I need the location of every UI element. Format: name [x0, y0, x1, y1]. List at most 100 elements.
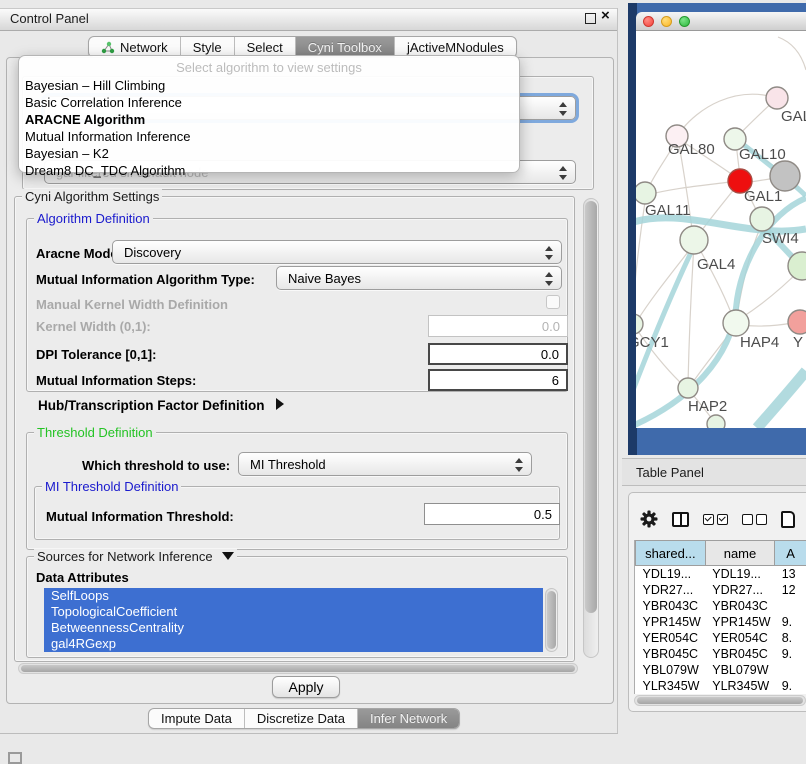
network-node[interactable]	[678, 378, 698, 398]
collapse-arrow-icon[interactable]	[222, 552, 234, 560]
table-cell: YER054C	[705, 630, 775, 646]
tab-style[interactable]: Style	[181, 37, 235, 57]
expand-arrow-icon[interactable]	[276, 398, 284, 410]
network-node[interactable]	[636, 314, 643, 334]
mi-type-value: Naive Bayes	[288, 271, 361, 286]
network-graph[interactable]: GALGAL80GAL10GAL1GAL11SWI4GAL4GCY1HAP4YH…	[636, 31, 806, 428]
algorithm-option[interactable]: Bayesian – Hill Climbing	[21, 77, 517, 94]
node-label: HAP4	[740, 334, 779, 351]
network-window-titlebar[interactable]	[636, 12, 806, 31]
settings-hscrollbar[interactable]	[18, 663, 578, 674]
table-row[interactable]: YBR043CYBR043C	[636, 598, 806, 614]
network-edge[interactable]	[647, 181, 737, 195]
network-node[interactable]	[770, 161, 800, 191]
attribute-item[interactable]: BetweennessCentrality	[44, 620, 543, 636]
mi-steps-value: 6	[552, 373, 559, 388]
table-row[interactable]: YBR045CYBR045C9.	[636, 646, 806, 662]
attribute-item[interactable]: TopologicalCoefficient	[44, 604, 543, 620]
mi-steps-field[interactable]: 6	[428, 369, 568, 391]
node-table[interactable]: shared...nameA YDL19...YDL19...13YDR27..…	[634, 540, 806, 694]
network-node[interactable]	[680, 226, 708, 254]
network-edge[interactable]	[696, 243, 733, 318]
close-panel-icon[interactable]: ×	[601, 8, 610, 24]
cyni-settings-title: Cyni Algorithm Settings	[22, 189, 162, 204]
algorithm-option[interactable]: Mutual Information Inference	[21, 128, 517, 145]
network-edge[interactable]	[636, 244, 695, 398]
mi-type-combo[interactable]: Naive Bayes	[276, 266, 562, 290]
network-node[interactable]	[750, 207, 774, 231]
network-node[interactable]	[636, 182, 656, 204]
table-column-header[interactable]: shared...	[636, 541, 706, 566]
network-node[interactable]	[707, 415, 725, 428]
table-row[interactable]: YER054CYER054C8.	[636, 630, 806, 646]
manual-kernel-label: Manual Kernel Width Definition	[36, 297, 228, 312]
attributes-scrollbar[interactable]	[545, 588, 558, 652]
table-cell: YLR345W	[636, 678, 706, 694]
columns-icon[interactable]	[672, 512, 689, 527]
tab-discretize-data[interactable]: Discretize Data	[245, 709, 358, 728]
kernel-width-field[interactable]: 0.0	[428, 315, 568, 337]
mi-threshold-field[interactable]: 0.5	[424, 503, 560, 525]
minimize-window-icon[interactable]	[661, 16, 672, 27]
table-column-header[interactable]: A	[775, 541, 806, 566]
close-window-icon[interactable]	[643, 16, 654, 27]
table-row[interactable]: YPR145WYPR145W9.	[636, 614, 806, 630]
network-edge[interactable]	[757, 371, 806, 428]
table-row[interactable]: YBL079WYBL079W	[636, 662, 806, 678]
float-panel-icon[interactable]	[585, 13, 596, 24]
tab-jactivemnodules[interactable]: jActiveMNodules	[395, 37, 516, 57]
zoom-window-icon[interactable]	[679, 16, 690, 27]
select-all-icon[interactable]	[703, 514, 728, 525]
dpi-tolerance-field[interactable]: 0.0	[428, 343, 568, 365]
network-node[interactable]	[723, 310, 749, 336]
gear-icon[interactable]	[640, 510, 658, 528]
export-table-icon[interactable]	[781, 511, 795, 528]
settings-vscrollbar[interactable]	[583, 198, 599, 658]
table-cell: 12	[775, 582, 806, 598]
algorithm-definition-title: Algorithm Definition	[34, 211, 153, 226]
attribute-item[interactable]: SelfLoops	[44, 588, 543, 604]
network-node[interactable]	[788, 310, 806, 334]
algorithm-option[interactable]: Bayesian – K2	[21, 145, 517, 162]
aracne-mode-value: Discovery	[124, 245, 181, 260]
deselect-all-icon[interactable]	[742, 514, 767, 525]
tab-impute-data[interactable]: Impute Data	[149, 709, 245, 728]
network-node[interactable]	[766, 87, 788, 109]
algorithm-option[interactable]: Basic Correlation Inference	[21, 94, 517, 111]
table-row[interactable]: YDL19...YDL19...13	[636, 566, 806, 583]
aracne-mode-combo[interactable]: Discovery	[112, 240, 562, 264]
tab-select[interactable]: Select	[235, 37, 296, 57]
tab-label: Select	[247, 40, 283, 55]
table-hscrollbar[interactable]	[634, 695, 806, 706]
network-edge[interactable]	[688, 244, 694, 384]
tab-infer-network[interactable]: Infer Network	[358, 709, 459, 728]
manual-kernel-checkbox[interactable]	[546, 295, 560, 309]
control-panel-title: Control Panel	[10, 11, 89, 26]
which-threshold-combo[interactable]: MI Threshold	[238, 452, 532, 476]
table-cell: 9.	[775, 678, 806, 694]
network-icon	[101, 41, 115, 54]
algorithm-option[interactable]: ARACNE Algorithm	[21, 111, 517, 128]
docked-panel-icon[interactable]	[8, 752, 22, 764]
node-label: GAL11	[645, 202, 691, 219]
tab-label: Network	[120, 40, 168, 55]
threshold-definition-title: Threshold Definition	[34, 425, 156, 440]
apply-button[interactable]: Apply	[272, 676, 340, 698]
algorithm-option[interactable]: Dream8 DC_TDC Algorithm	[21, 162, 517, 179]
table-cell: 9.	[775, 614, 806, 630]
hub-definition-label: Hub/Transcription Factor Definition	[38, 398, 265, 413]
kernel-width-value: 0.0	[542, 319, 560, 334]
tab-label: Style	[193, 40, 222, 55]
table-row[interactable]: YDR27...YDR27...12	[636, 582, 806, 598]
tab-cyni-toolbox[interactable]: Cyni Toolbox	[296, 37, 395, 57]
network-edge[interactable]	[680, 94, 777, 132]
table-row[interactable]: YLR345WYLR345W9.	[636, 678, 806, 694]
node-label: Y	[793, 334, 803, 351]
network-edge[interactable]	[778, 37, 806, 70]
attribute-item[interactable]: gal4RGexp	[44, 636, 543, 652]
table-column-header[interactable]: name	[705, 541, 775, 566]
tab-network[interactable]: Network	[89, 37, 181, 57]
stepper-arrows-icon	[559, 165, 567, 181]
table-cell: YBL079W	[705, 662, 775, 678]
table-cell: YBR043C	[705, 598, 775, 614]
